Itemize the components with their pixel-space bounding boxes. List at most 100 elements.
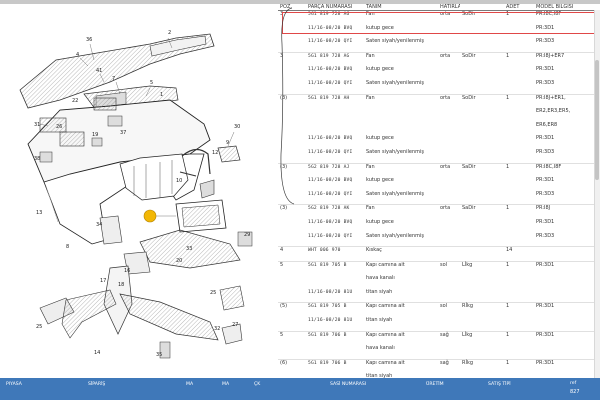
table-row[interactable]: ER6,ER8 (278, 122, 600, 136)
callout-number[interactable]: 10 (176, 178, 182, 184)
part-number-cell: 11/16-08/20 BVQ (308, 25, 353, 31)
callout-number[interactable]: 5 (150, 80, 153, 86)
qty-cell (504, 108, 534, 122)
callout-number[interactable]: 33 (186, 246, 192, 252)
variant-cell (460, 246, 504, 262)
description-cell: hava kanalı (366, 345, 395, 352)
callout-number[interactable]: 35 (156, 352, 162, 358)
callout-number[interactable]: 22 (72, 98, 78, 104)
table-row[interactable]: 11/16-08/20 81U titan siyah (278, 289, 600, 303)
callout-number[interactable]: 30 (234, 124, 240, 130)
model-cell: PR:3D1 (534, 358, 600, 374)
callout-number[interactable]: 16 (124, 268, 130, 274)
table-row[interactable]: 11/16-08/20 BVQ kutup gece PR:3D1 (278, 219, 600, 233)
model-cell (534, 345, 600, 359)
table-row[interactable]: (3) 5G2 819 728 AK Fan orta SaDir 1 PR:I8J (278, 204, 600, 219)
part-number-cell: 5G1 819 706 B (306, 358, 364, 374)
model-cell: PR:I8J (534, 204, 600, 219)
note-cell: orta (438, 51, 460, 67)
callout-number[interactable]: 32 (214, 326, 220, 332)
table-row[interactable]: hava kanalı (278, 275, 600, 289)
table-row[interactable]: 3 5G1 819 728 AG Fan orta SoDir 1 PR:I8J+ER7 (278, 51, 600, 67)
table-row[interactable]: 11/16-08/20 BVQ kutup gece PR:3D1 (278, 25, 600, 39)
callout-number[interactable]: 36 (86, 37, 92, 43)
qty-cell: 1 (504, 330, 534, 346)
callout-number[interactable]: 1 (160, 92, 163, 98)
qty-cell: 1 (504, 93, 534, 109)
table-row[interactable]: (5) 5G1 819 705 B Kapı camına ait sol Rİkg 1 P… (278, 302, 600, 318)
callout-number[interactable]: 25 (36, 324, 42, 330)
table-row[interactable]: 11/16-08/20 QYI Saten siyah/yenilenmiş PR:… (278, 233, 600, 247)
poz-cell (278, 219, 306, 233)
table-row[interactable]: 11/16-08/20 QYI Saten siyah/yenilenmiş PR:… (278, 80, 600, 94)
model-cell: PR:3D1 (536, 135, 555, 142)
callout-number[interactable]: 25 (210, 290, 216, 296)
callout-number[interactable]: 38 (34, 156, 40, 162)
callout-number[interactable]: 19 (92, 132, 98, 138)
table-row[interactable]: 3 5G1 819 728 AG Fan orta SoDir 1 PR:I8C,I8F (278, 9, 600, 25)
footer-label-chassis-number: SASİ NUMARASI (330, 382, 367, 387)
callout-number[interactable]: 26 (56, 124, 62, 130)
table-row[interactable]: 11/16-08/20 QYI Saten siyah/yenilenmiş PR:… (278, 38, 600, 52)
callout-number[interactable]: 14 (94, 350, 100, 356)
model-cell: PR:3D1 (534, 260, 600, 276)
table-scrollbar-thumb[interactable] (595, 60, 599, 180)
table-row[interactable]: 5 5G1 819 705 B Kapı camına ait sol Lİkg 1 PR:… (278, 260, 600, 276)
table-row[interactable]: (3) 5G2 819 728 AJ Fan orta SaDir 1 PR:I8C,I8F (278, 162, 600, 178)
table-row[interactable]: 4 WHT 006 970 Kıskaç 14 (278, 246, 600, 262)
callout-number[interactable]: 2 (168, 30, 171, 36)
callout-number[interactable]: 37 (120, 130, 126, 136)
callout-number[interactable]: 29 (244, 232, 250, 238)
model-cell: PR:I8C,I8F (534, 9, 600, 25)
qty-cell (504, 80, 534, 94)
part-number-cell: 5G1 819 728 AH (306, 93, 364, 109)
column-header-note[interactable]: HATIRLATMA (438, 4, 460, 11)
table-row[interactable]: (6) 5G1 819 706 B Kapı camına ait sağ Rİkg 1 P… (278, 358, 600, 374)
table-row[interactable]: 5 5G1 819 706 B Kapı camına ait sağ Lİkg 1 PR:… (278, 330, 600, 346)
variant-cell: SoDir (460, 51, 504, 67)
qty-cell: 1 (504, 358, 534, 374)
table-row[interactable]: (3) 5G1 819 728 AH Fan orta SoDir 1 PR:I8J+ER1… (278, 93, 600, 109)
qty-cell: 1 (504, 9, 534, 25)
table-row[interactable]: 11/16-08/20 QYI Saten siyah/yenilenmiş PR:… (278, 149, 600, 163)
qty-cell (504, 233, 534, 247)
model-cell: PR:I8J+ER1, (534, 93, 600, 109)
qty-cell (504, 38, 534, 52)
variant-cell: Rİkg (460, 302, 504, 318)
callout-number[interactable]: 7 (112, 76, 115, 82)
callout-number[interactable]: 18 (118, 282, 124, 288)
callout-number[interactable]: 31 (34, 122, 40, 128)
callout-number[interactable]: 17 (100, 278, 106, 284)
table-row[interactable]: hava kanalı (278, 345, 600, 359)
table-row[interactable]: 11/16-08/20 BVQ kutup gece PR:3D1 (278, 177, 600, 191)
table-row[interactable]: ER2,ER3,ER5, (278, 108, 600, 122)
variant-cell (460, 345, 504, 359)
callout-number[interactable]: 41 (96, 68, 102, 74)
note-cell (438, 275, 460, 289)
variant-cell (460, 289, 504, 303)
callout-number[interactable]: 8 (66, 244, 69, 250)
table-row[interactable]: 11/16-08/20 BVQ kutup gece PR:3D1 (278, 135, 600, 149)
callout-number[interactable]: 34 (96, 222, 102, 228)
model-cell (534, 289, 600, 303)
variant-cell: Lİkg (460, 260, 504, 276)
table-row[interactable]: 11/16-08/20 QYI Saten siyah/yenilenmiş PR:… (278, 191, 600, 205)
poz-cell (278, 233, 306, 247)
part-number-cell: 11/16-08/20 81U (308, 318, 353, 324)
part-number-cell (306, 108, 364, 122)
callout-number[interactable]: 27 (232, 322, 238, 328)
table-row[interactable]: 11/16-08/20 BVQ kutup gece PR:3D1 (278, 66, 600, 80)
parts-table-body: 3 5G1 819 728 AG Fan orta SoDir 1 PR:I8C,I8F 11… (278, 9, 600, 388)
callout-number[interactable]: 13 (36, 210, 42, 216)
callout-number[interactable]: 9 (226, 140, 229, 146)
callout-number[interactable]: 4 (76, 52, 79, 58)
callout-number[interactable]: 20 (176, 258, 182, 264)
part-number-cell: 5G1 819 705 B (306, 302, 364, 318)
poz-cell: (6) (278, 358, 306, 374)
description-cell: kutup gece (366, 135, 394, 142)
footer-label-ck: ÇK (254, 382, 261, 387)
callout-number[interactable]: 12 (212, 150, 218, 156)
note-cell (438, 122, 460, 136)
table-row[interactable]: 11/16-08/20 81U titan siyah (278, 317, 600, 331)
footer-label-market: PIYASA (6, 382, 22, 387)
